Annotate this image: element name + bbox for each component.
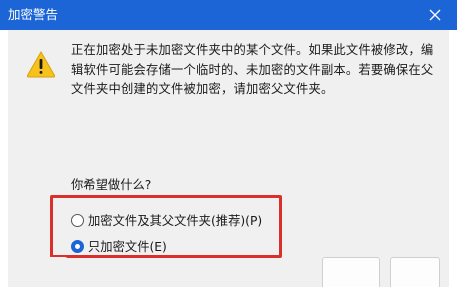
option-encrypt-file-only[interactable]: 只加密文件(E) (71, 237, 167, 255)
option-encrypt-file-and-parent-label: 加密文件及其父文件夹(推荐)(P) (88, 214, 263, 228)
dialog-body: 正在加密处于未加密文件夹中的某个文件。如果此文件被修改，编辑软件可能会存储一个临… (8, 30, 449, 287)
warning-icon (26, 50, 56, 78)
option-encrypt-file-only-label: 只加密文件(E) (88, 240, 167, 254)
ok-button[interactable] (322, 257, 380, 287)
warning-message: 正在加密处于未加密文件夹中的某个文件。如果此文件被修改，编辑软件可能会存储一个临… (71, 43, 434, 96)
radio-encrypt-file-and-parent[interactable] (71, 213, 84, 227)
title-bar: 加密警告 (0, 0, 457, 30)
cancel-button[interactable] (390, 257, 440, 287)
encryption-warning-dialog: 加密警告 正在加密处于未加密文件夹中的某个文件。如果此文件被修改，编辑软件可能会… (0, 0, 457, 287)
radio-encrypt-file-only[interactable] (71, 239, 84, 253)
option-encrypt-file-and-parent[interactable]: 加密文件及其父文件夹(推荐)(P) (71, 211, 262, 229)
close-icon (429, 9, 441, 21)
footer-left-area (8, 257, 68, 287)
close-button[interactable] (425, 5, 445, 25)
window-title: 加密警告 (8, 7, 59, 22)
question-label: 你希望做什么? (71, 178, 152, 192)
